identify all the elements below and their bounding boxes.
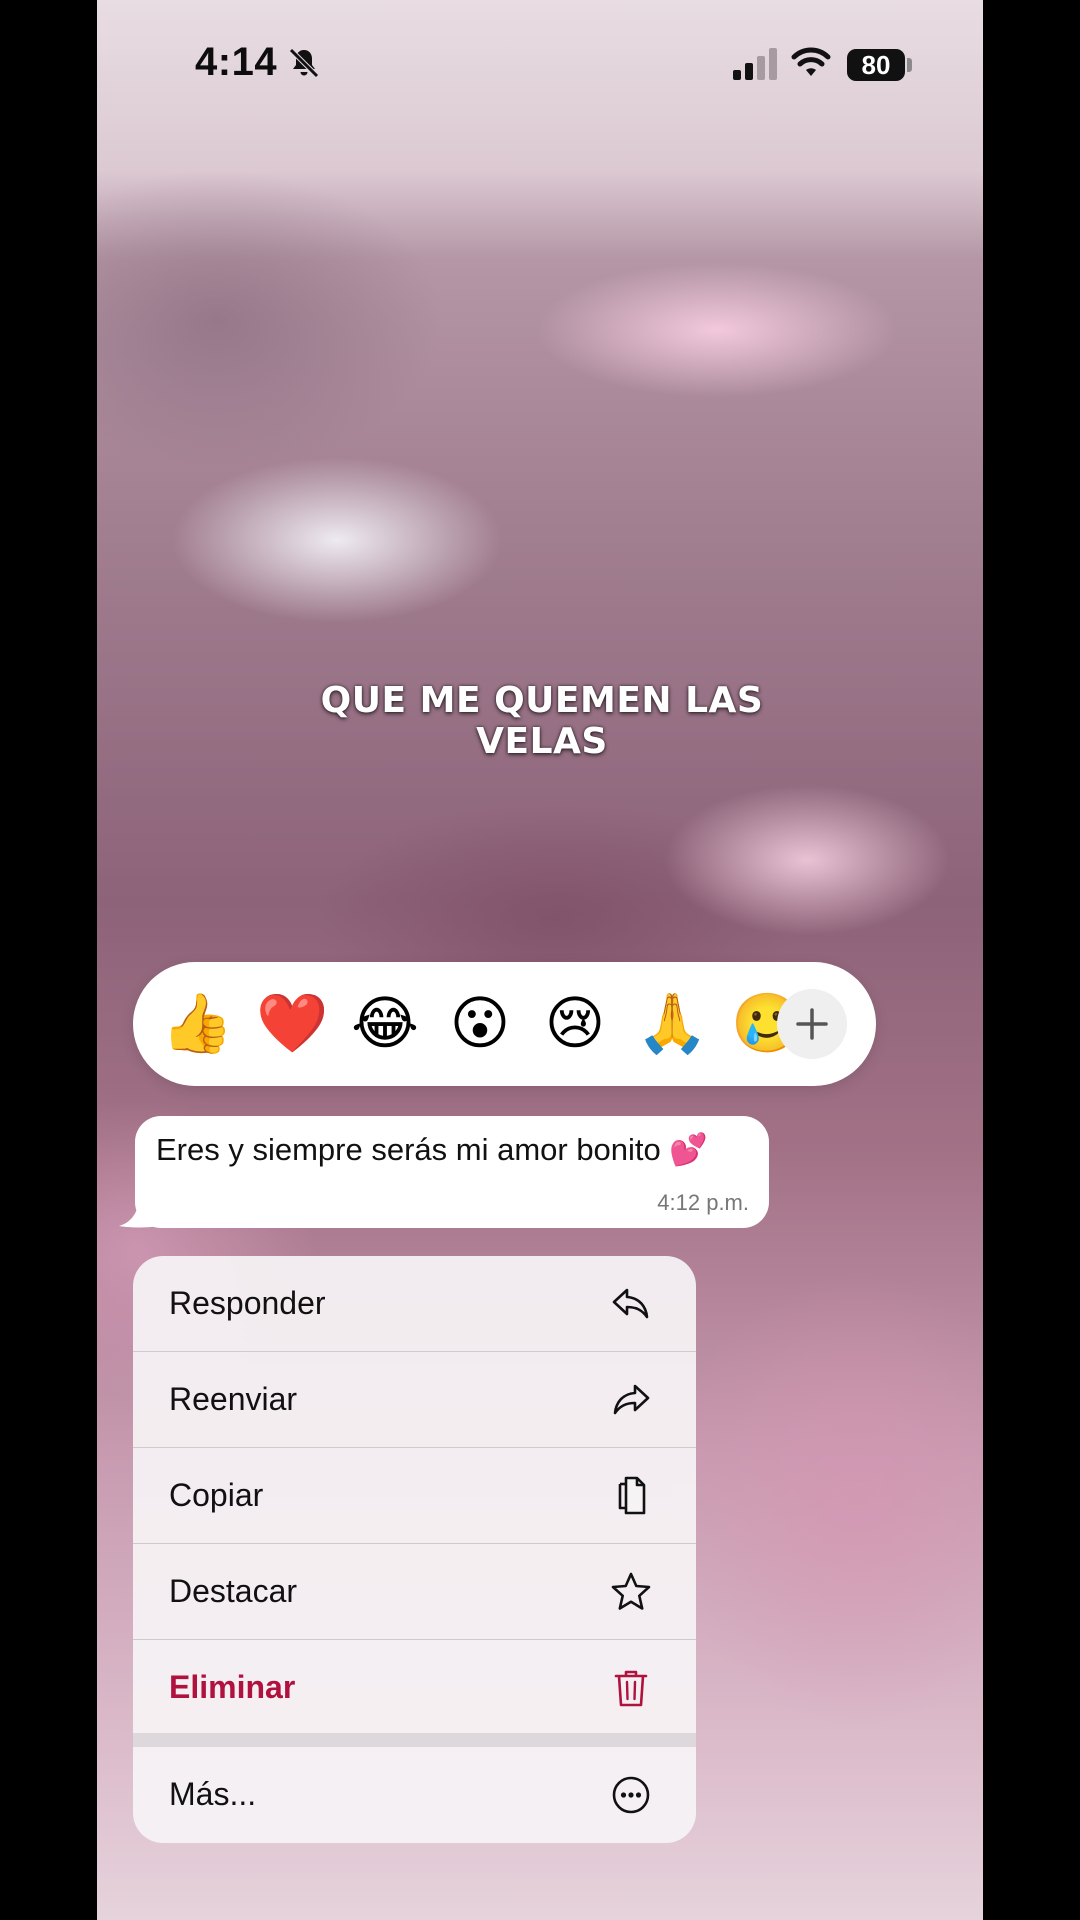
menu-group-gap [133, 1733, 696, 1747]
menu-item-destacar[interactable]: Destacar [133, 1544, 696, 1639]
reaction-bar: 👍 ❤️ 😂 😮 😢 🙏 🥲 [133, 962, 876, 1086]
overlay-caption: QUE ME QUEMEN LAS VELAS [320, 680, 764, 762]
menu-item-label: Más... [169, 1776, 257, 1812]
menu-item-label: Responder [169, 1285, 326, 1321]
reaction-surprised[interactable]: 😮 [446, 990, 514, 1058]
screen: 4:14 80 QUE ME QUEMEN LAS VELAS 👍 ❤️ 😂 😮… [97, 0, 983, 1920]
reaction-pray[interactable]: 🙏 [636, 990, 708, 1058]
menu-item-eliminar[interactable]: Eliminar [133, 1640, 696, 1735]
menu-item-label: Eliminar [169, 1669, 296, 1705]
battery-nub [907, 58, 912, 72]
message-time: 4:12 p.m. [657, 1190, 749, 1215]
menu-item-copiar[interactable]: Copiar [133, 1448, 696, 1543]
trash-icon [614, 1670, 648, 1707]
forward-icon [613, 1384, 650, 1415]
message-text: Eres y siempre serás mi amor bonito 💕 [156, 1132, 708, 1167]
battery-level: 80 [861, 50, 891, 80]
reaction-sad[interactable]: 😢 [541, 990, 609, 1058]
menu-item-mas[interactable]: Más... [133, 1747, 696, 1842]
cellular-signal-icon [733, 48, 777, 80]
menu-item-label: Reenviar [169, 1381, 298, 1417]
more-icon [612, 1776, 650, 1814]
status-bar: 4:14 80 [97, 0, 983, 130]
star-icon [611, 1572, 651, 1610]
reaction-heart[interactable]: ❤️ [256, 990, 328, 1058]
menu-item-label: Destacar [169, 1573, 298, 1609]
plus-icon [796, 1008, 828, 1040]
copy-icon [618, 1476, 646, 1515]
reply-icon [612, 1288, 649, 1319]
reaction-laugh[interactable]: 😂 [351, 990, 419, 1058]
bell-muted-icon [289, 48, 319, 78]
reaction-thumbs-up[interactable]: 👍 [161, 990, 233, 1058]
menu-item-responder[interactable]: Responder [133, 1256, 696, 1351]
status-time: 4:14 [195, 40, 278, 84]
wifi-icon [791, 47, 831, 76]
menu-item-label: Copiar [169, 1477, 264, 1513]
menu-item-reenviar[interactable]: Reenviar [133, 1352, 696, 1447]
add-reaction-button[interactable] [777, 989, 847, 1059]
context-menu: Responder Reenviar Copiar Destacar Elimi… [133, 1256, 696, 1843]
